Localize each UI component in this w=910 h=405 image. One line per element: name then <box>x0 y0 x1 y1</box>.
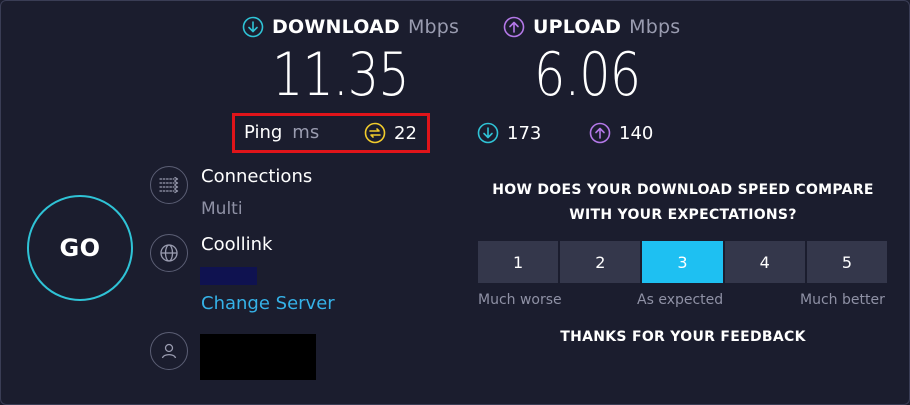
download-arrow-icon <box>477 122 499 144</box>
upload-header: UPLOAD Mbps <box>503 16 680 38</box>
upload-arrow-icon <box>503 16 525 38</box>
connections-value: Multi <box>201 199 243 219</box>
latency-upload-value: 140 <box>619 122 654 144</box>
rating-scale: 1 2 3 4 5 <box>478 241 888 283</box>
rating-option-1[interactable]: 1 <box>478 241 559 283</box>
globe-icon <box>160 244 178 262</box>
connections-icon <box>159 176 179 194</box>
user-icon <box>161 343 177 359</box>
connections-icon-wrap[interactable] <box>150 166 188 204</box>
rating-option-3[interactable]: 3 <box>642 241 723 283</box>
rating-high-label: Much better <box>800 292 885 308</box>
download-header: DOWNLOAD Mbps <box>242 16 459 38</box>
rating-option-2[interactable]: 2 <box>560 241 641 283</box>
ping-label: Ping <box>244 122 283 143</box>
latency-download-group: 173 <box>477 122 541 144</box>
rating-option-4[interactable]: 4 <box>724 241 805 283</box>
ping-unit: ms <box>292 122 320 143</box>
latency-upload-group: 140 <box>589 122 653 144</box>
ping-value: 22 <box>394 122 417 144</box>
feedback-question: HOW DOES YOUR DOWNLOAD SPEED COMPARE WIT… <box>470 178 896 228</box>
download-unit: Mbps <box>407 16 460 38</box>
server-name: Coollink <box>201 234 273 255</box>
change-server-link[interactable]: Change Server <box>201 293 335 314</box>
latency-download-value: 173 <box>507 122 542 144</box>
server-icon-wrap[interactable] <box>150 234 188 272</box>
download-value: 11.35 <box>272 40 410 110</box>
ping-label-group: Ping ms <box>244 122 319 143</box>
download-arrow-icon <box>242 16 264 38</box>
upload-value: 6.06 <box>534 40 641 110</box>
upload-label: UPLOAD <box>533 16 622 38</box>
feedback-thanks: THANKS FOR YOUR FEEDBACK <box>560 329 806 345</box>
rating-low-label: Much worse <box>478 292 562 308</box>
ping-icon <box>364 122 386 144</box>
redacted-user-block <box>200 334 316 380</box>
connections-title: Connections <box>201 166 313 187</box>
rating-mid-label: As expected <box>637 292 724 308</box>
go-button[interactable]: GO <box>27 195 133 301</box>
upload-arrow-icon <box>589 122 611 144</box>
upload-unit: Mbps <box>629 16 681 38</box>
feedback-question-line1: HOW DOES YOUR DOWNLOAD SPEED COMPARE <box>492 182 874 198</box>
download-label: DOWNLOAD <box>272 16 400 38</box>
rating-option-5[interactable]: 5 <box>806 241 888 283</box>
user-icon-wrap[interactable] <box>150 332 188 370</box>
feedback-question-line2: WITH YOUR EXPECTATIONS? <box>569 207 797 223</box>
ping-value-group: 22 <box>364 122 417 144</box>
redacted-block <box>200 267 257 285</box>
